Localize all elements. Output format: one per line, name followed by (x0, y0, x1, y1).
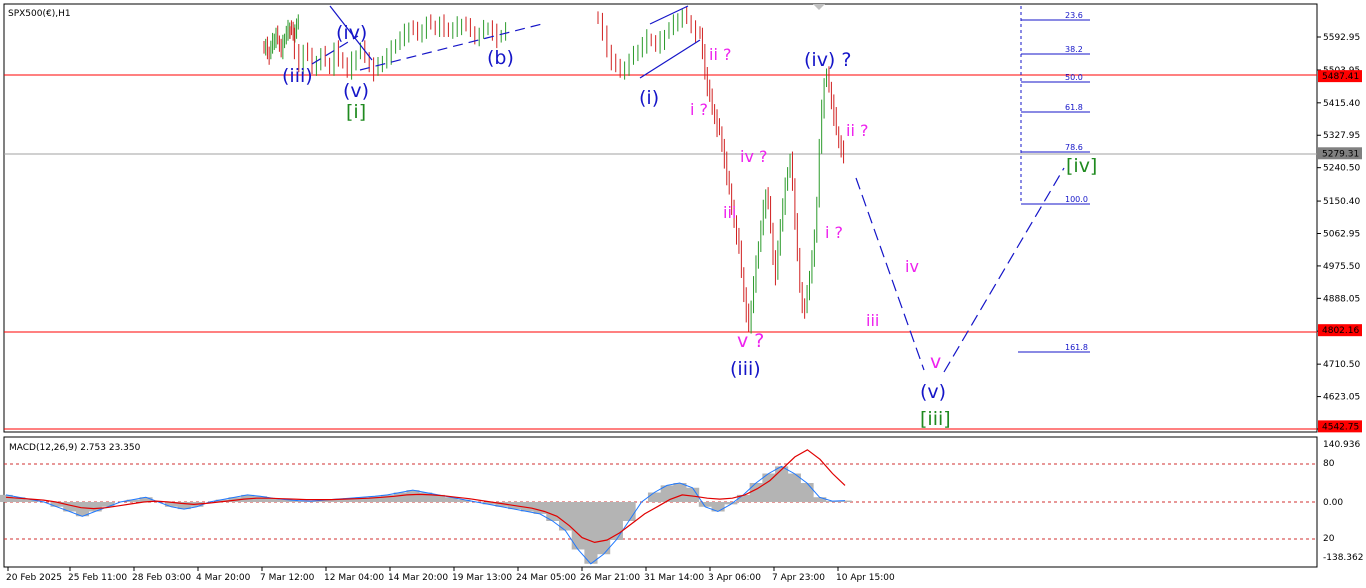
wave-label: [iv] (1066, 155, 1097, 177)
macd-tick-label: 80 (1323, 459, 1335, 469)
price-panel-frame (3, 3, 1318, 433)
wave-label: (i) (639, 87, 659, 109)
macd-histogram-bar (622, 502, 636, 521)
time-tick-label: 31 Mar 14:00 (644, 573, 704, 583)
macd-histogram-bar (787, 473, 801, 502)
macd-histogram-bar (597, 502, 611, 555)
wave-label: [i] (346, 101, 366, 123)
wave-label: iii (723, 203, 736, 222)
time-tick-label: 20 Feb 2025 (6, 573, 62, 583)
price-tag-label: 4802.16 (1322, 326, 1359, 336)
wave-label: ii ? (846, 121, 868, 140)
price-tag-label: 5487.41 (1322, 72, 1359, 82)
macd-histogram-bar (584, 502, 598, 564)
fib-level-label: 61.8 (1065, 103, 1083, 112)
time-tick-label: 7 Mar 12:00 (260, 573, 315, 583)
price-tick-label: 4710.50 (1323, 360, 1360, 370)
time-tick-label: 19 Mar 13:00 (452, 573, 512, 583)
macd-histogram-bar (800, 483, 814, 502)
wave-label: (iii) (282, 65, 313, 87)
price-tick-label: 4975.50 (1323, 262, 1360, 272)
macd-histogram-bar (698, 502, 712, 507)
time-axis: 20 Feb 2025 25 Feb 11:00 28 Feb 03:00 4 Mar… (6, 567, 895, 583)
wave-label: i ? (825, 223, 843, 242)
macd-histogram-bar (673, 483, 687, 502)
fib-level-label: 78.6 (1065, 143, 1083, 152)
wave-label: v ? (737, 330, 764, 352)
fib-level-label: 100.0 (1065, 195, 1088, 204)
macd-histogram-bar (393, 492, 407, 502)
wave-label: iii (866, 311, 879, 330)
time-tick-label: 25 Feb 11:00 (68, 573, 127, 583)
price-tick-label: 5415.40 (1323, 99, 1360, 109)
macd-tick-label: -138.362 (1323, 553, 1363, 563)
price-tag-label: 4542.75 (1322, 422, 1359, 432)
macd-histogram-bar (647, 492, 662, 502)
time-tick-label: 26 Mar 21:00 (580, 573, 640, 583)
time-tick-label: 28 Feb 03:00 (132, 573, 191, 583)
macd-axis: 140.936 80 0.00 20 -138.362 (1323, 440, 1363, 563)
fib-level-label: 50.0 (1065, 73, 1083, 82)
wave-label: (iv) (336, 22, 367, 44)
price-tick-label: 5150.40 (1323, 197, 1360, 207)
price-chart-title: SPX500(€),H1 (8, 9, 71, 19)
price-tick-label: 4888.05 (1323, 294, 1360, 304)
wave-label: v (930, 351, 941, 373)
time-tick-label: 24 Mar 05:00 (516, 573, 576, 583)
macd-tick-label: 140.936 (1323, 440, 1360, 450)
price-tick-label: 5327.95 (1323, 131, 1360, 141)
wave-label: (b) (487, 47, 514, 69)
time-tick-label: 12 Mar 04:00 (324, 573, 384, 583)
wave-label: (v) (920, 381, 946, 403)
macd-histogram-bar (813, 497, 827, 502)
macd-tick-label: 0.00 (1323, 498, 1343, 508)
wave-label: (v) (343, 80, 369, 102)
fib-level-label: 23.6 (1065, 11, 1083, 20)
time-tick-label: 4 Mar 20:00 (196, 573, 251, 583)
wave-label: iv (905, 257, 919, 276)
price-tick-label: 4623.05 (1323, 393, 1360, 403)
price-axis: 5592.955503.955415.405327.955240.505150.… (1317, 33, 1360, 435)
wave-label: [iii] (920, 408, 951, 430)
chart-window: SPX500(€),H1 MACD(12,26,9) 2.753 23.350 … (0, 3, 1363, 583)
macd-histogram-bar (775, 466, 789, 502)
macd-chart-title: MACD(12,26,9) 2.753 23.350 (9, 443, 141, 453)
price-tag-label: 5279.31 (1322, 149, 1359, 159)
macd-tick-label: 20 (1323, 534, 1335, 544)
time-tick-label: 14 Mar 20:00 (388, 573, 448, 583)
macd-histogram-bar (406, 490, 420, 502)
price-tags: 5487.41 5279.31 4802.16 4542.75 (1318, 70, 1362, 433)
fib-level-label: 161.8 (1065, 343, 1088, 352)
wave-label: iv ? (740, 147, 768, 166)
wave-label: (iv) ? (804, 49, 851, 71)
price-tick-label: 5240.50 (1323, 164, 1360, 174)
time-tick-label: 7 Apr 23:00 (772, 573, 825, 583)
fib-level-label: 38.2 (1065, 45, 1083, 54)
price-tick-label: 5592.95 (1323, 33, 1360, 43)
wave-label: (iii) (730, 358, 761, 380)
time-tick-label: 3 Apr 06:00 (708, 573, 761, 583)
time-tick-label: 10 Apr 15:00 (836, 573, 895, 583)
price-tick-label: 5062.95 (1323, 229, 1360, 239)
macd-histogram-bar (101, 502, 115, 507)
wave-label: ii ? (709, 45, 731, 64)
wave-label: i ? (690, 100, 708, 119)
